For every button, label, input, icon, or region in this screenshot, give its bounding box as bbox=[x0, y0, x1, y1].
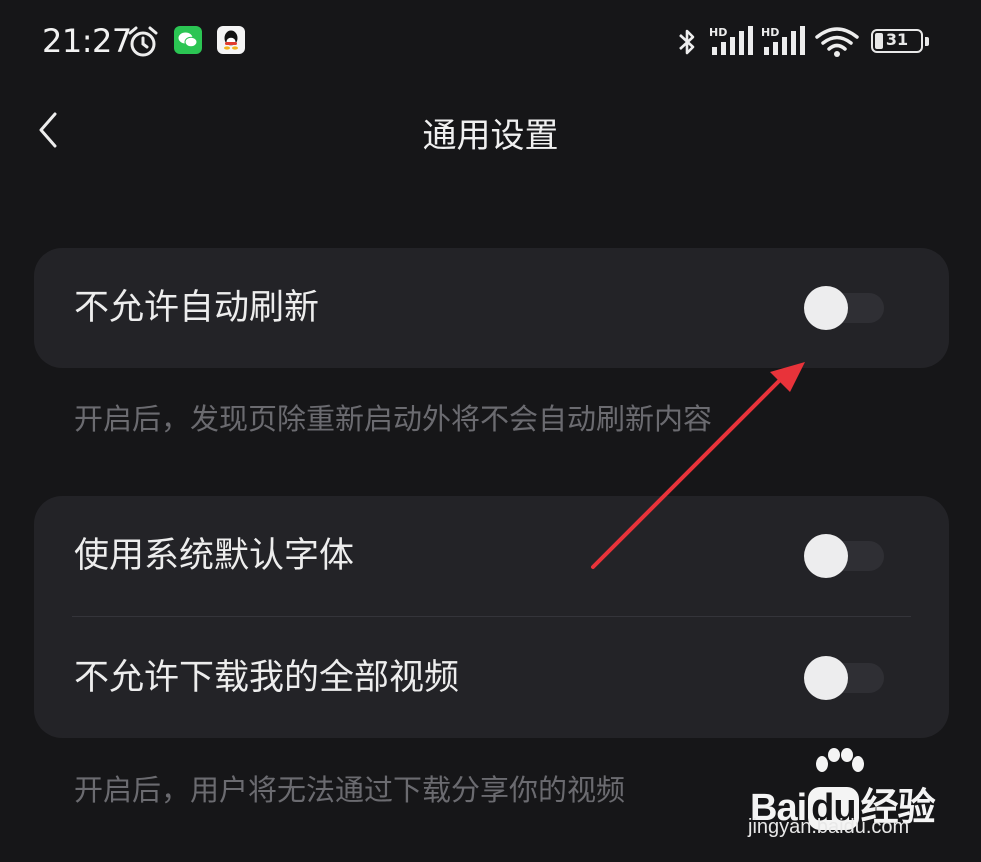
annotation-arrow bbox=[591, 362, 805, 569]
watermark-url: jingyan.baidu.com bbox=[748, 816, 910, 838]
baidu-jingyan-watermark: Bai du 经验 jingyan.baidu.com bbox=[748, 748, 948, 842]
